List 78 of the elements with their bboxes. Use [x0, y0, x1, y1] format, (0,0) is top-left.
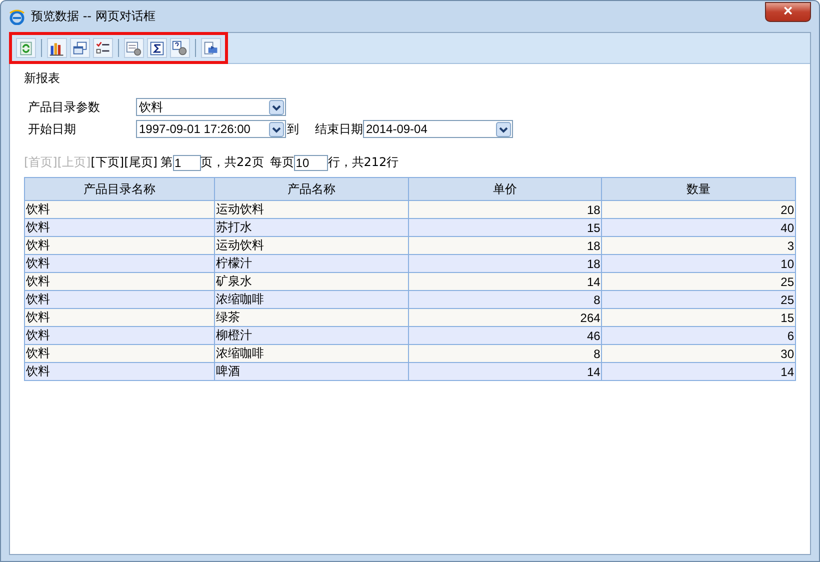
table-cell: 8: [408, 344, 602, 362]
page-size-field[interactable]: 10: [294, 154, 328, 170]
table-cell: 饮料: [24, 308, 215, 326]
table-cell: 264: [408, 308, 602, 326]
table-cell: 苏打水: [214, 218, 408, 236]
export-button[interactable]: [201, 38, 221, 58]
table-cell: 矿泉水: [214, 272, 408, 290]
table-cell: 饮料: [24, 200, 215, 218]
windows-icon: [72, 40, 88, 56]
checklist-button[interactable]: [93, 38, 113, 58]
table-cell: 18: [408, 200, 602, 218]
table-cell: 运动饮料: [214, 236, 408, 254]
table-cell: 饮料: [24, 290, 215, 308]
table-cell: 运动饮料: [214, 200, 408, 218]
table-cell: 饮料: [24, 254, 215, 272]
range-label: 到: [287, 120, 299, 138]
table-cell: 饮料: [24, 326, 215, 344]
form-gear-button[interactable]: [124, 38, 144, 58]
table-cell: 柠檬汁: [214, 254, 408, 272]
field-label: 开始日期: [28, 120, 77, 138]
window-title: 预览数据 -- 网页对话框: [31, 8, 156, 25]
table-cell: 10: [602, 254, 796, 272]
table-cell: 30: [602, 344, 796, 362]
pager-link[interactable]: [下页]: [90, 154, 124, 171]
field-label: 结束日期: [315, 120, 363, 138]
field-label: 产品目录参数: [28, 98, 101, 116]
table-cell: 饮料: [24, 344, 215, 362]
table-cell: 25: [602, 290, 796, 308]
form-gear-icon: [126, 40, 142, 56]
sigma-button[interactable]: [147, 38, 167, 58]
start-date-select[interactable]: 1997-09-01 17:26:00: [136, 120, 286, 138]
table-cell: 14: [408, 362, 602, 380]
checklist-icon: [95, 40, 111, 56]
table-cell: 饮料: [24, 218, 215, 236]
table-cell: 6: [602, 326, 796, 344]
pager-text: 页，共22页: [200, 154, 264, 171]
column-header: 产品名称: [214, 178, 408, 200]
end-date-select[interactable]: 2014-09-04: [363, 120, 513, 138]
pager-link[interactable]: [尾页]: [124, 154, 158, 171]
table-cell: 25: [602, 272, 796, 290]
table-cell: 46: [408, 326, 602, 344]
column-header: 单价: [408, 178, 602, 200]
column-header: 产品目录名称: [24, 178, 215, 200]
report-title: 新报表: [24, 70, 61, 87]
refresh-icon: [18, 40, 34, 56]
category-select[interactable]: 饮料: [136, 98, 286, 116]
table-cell: 15: [408, 218, 602, 236]
table-cell: 8: [408, 290, 602, 308]
browser-icon: [9, 8, 25, 24]
bar-chart-button[interactable]: [47, 38, 67, 58]
table-cell: 40: [602, 218, 796, 236]
page-field[interactable]: 1: [172, 154, 200, 170]
table-cell: 3: [602, 236, 796, 254]
pager-text: 第: [160, 154, 172, 171]
table-cell: 14: [408, 272, 602, 290]
help-gear-icon: [172, 40, 188, 56]
table-cell: 啤酒: [214, 362, 408, 380]
table-cell: 18: [408, 254, 602, 272]
export-icon: [203, 40, 219, 56]
close-button[interactable]: ×: [765, 2, 811, 22]
refresh-button[interactable]: [16, 38, 36, 58]
table-cell: 浓缩咖啡: [214, 290, 408, 308]
table-cell: 饮料: [24, 272, 215, 290]
table-cell: 柳橙汁: [214, 326, 408, 344]
table-cell: 绿茶: [214, 308, 408, 326]
pager-text: 行，共212行: [328, 154, 399, 171]
help-gear-button[interactable]: [170, 38, 190, 58]
table-cell: 浓缩咖啡: [214, 344, 408, 362]
table-cell: 20: [602, 200, 796, 218]
table-cell: 15: [602, 308, 796, 326]
column-header: 数量: [602, 178, 796, 200]
pager-text: 每页: [270, 154, 294, 171]
table-cell: 饮料: [24, 236, 215, 254]
windows-button[interactable]: [70, 38, 90, 58]
sigma-icon: [149, 40, 165, 56]
table-cell: 饮料: [24, 362, 215, 380]
table-cell: 14: [602, 362, 796, 380]
table-cell: 18: [408, 236, 602, 254]
